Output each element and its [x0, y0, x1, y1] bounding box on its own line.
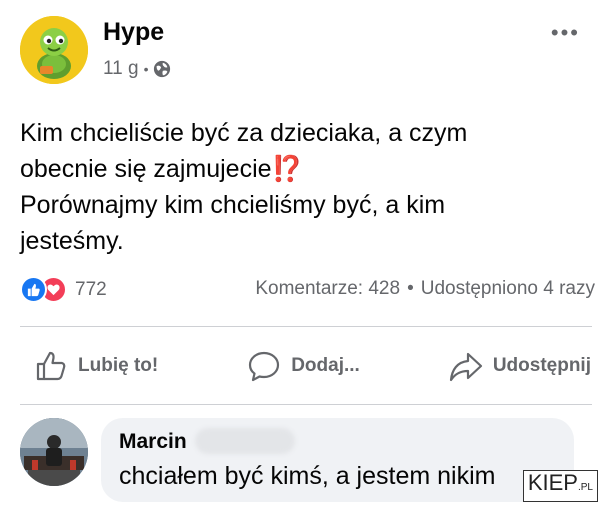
comment-author[interactable]: Marcin	[119, 430, 187, 454]
like-label: Lubię to!	[78, 355, 159, 376]
more-options-button[interactable]: •••	[551, 20, 580, 46]
page-avatar[interactable]	[20, 16, 88, 84]
like-button[interactable]: Lubię to!	[20, 343, 170, 389]
post-time[interactable]: 11 g	[103, 58, 139, 80]
comment-text: chciałem być kimś, a jestem nikim	[119, 462, 496, 490]
like-reaction-icon	[20, 276, 47, 303]
thumbs-up-icon	[36, 351, 66, 381]
post-text-line-4: jesteśmy.	[20, 227, 124, 255]
comments-count-link[interactable]: Komentarze: 428	[255, 278, 400, 300]
watermark-suffix: .PL	[577, 482, 593, 493]
comment-bubble-icon	[249, 351, 280, 382]
commenter-avatar[interactable]	[20, 418, 88, 486]
engagement-counts: Komentarze: 428 • Udostępniono 4 razy	[255, 278, 595, 300]
comment-label: Dodaj...	[291, 355, 360, 376]
reaction-count: 772	[75, 278, 107, 300]
meta-separator: •	[143, 61, 149, 77]
site-watermark: KIEP.PL	[522, 470, 598, 502]
post-author[interactable]: Hype	[103, 18, 164, 47]
post-text-line-2: obecnie się zajmujecie	[20, 155, 272, 183]
watermark-main: KIEP	[527, 470, 578, 495]
post-meta: 11 g •	[103, 58, 171, 80]
share-label: Udostępnij	[492, 355, 591, 376]
shares-count-link[interactable]: Udostępniono 4 razy	[421, 278, 595, 300]
post-header: Hype 11 g • •••	[20, 16, 590, 92]
post-text-line-3: Porównajmy kim chcieliśmy być, a kim	[20, 191, 446, 219]
comment-button[interactable]: Dodaj...	[235, 343, 372, 389]
post-text-line-1: Kim chcieliście być za dzieciaka, a czym	[20, 119, 468, 147]
stats-separator: •	[407, 278, 414, 299]
post-text: Kim chcieliście być za dzieciaka, a czym…	[20, 115, 590, 259]
commenter-avatar-icon	[20, 418, 88, 486]
share-arrow-icon	[449, 352, 482, 382]
post-actions: Lubię to! Dodaj... Udostępnij	[20, 340, 595, 392]
share-button[interactable]: Udostępnij	[437, 343, 595, 389]
comment-bubble: Marcin chciałem być kimś, a jestem nikim	[101, 418, 574, 502]
reactions-summary[interactable]: 772	[20, 276, 107, 303]
divider	[20, 404, 592, 405]
blurred-surname	[195, 428, 295, 454]
globe-icon	[154, 60, 171, 78]
post-stats: 772 Komentarze: 428 • Udostępniono 4 raz…	[20, 276, 595, 306]
comment: Marcin chciałem być kimś, a jestem nikim	[20, 418, 600, 506]
interrobang-emoji-icon: ⁉️	[271, 155, 303, 183]
turtle-avatar-icon	[20, 16, 88, 84]
divider	[20, 326, 592, 327]
